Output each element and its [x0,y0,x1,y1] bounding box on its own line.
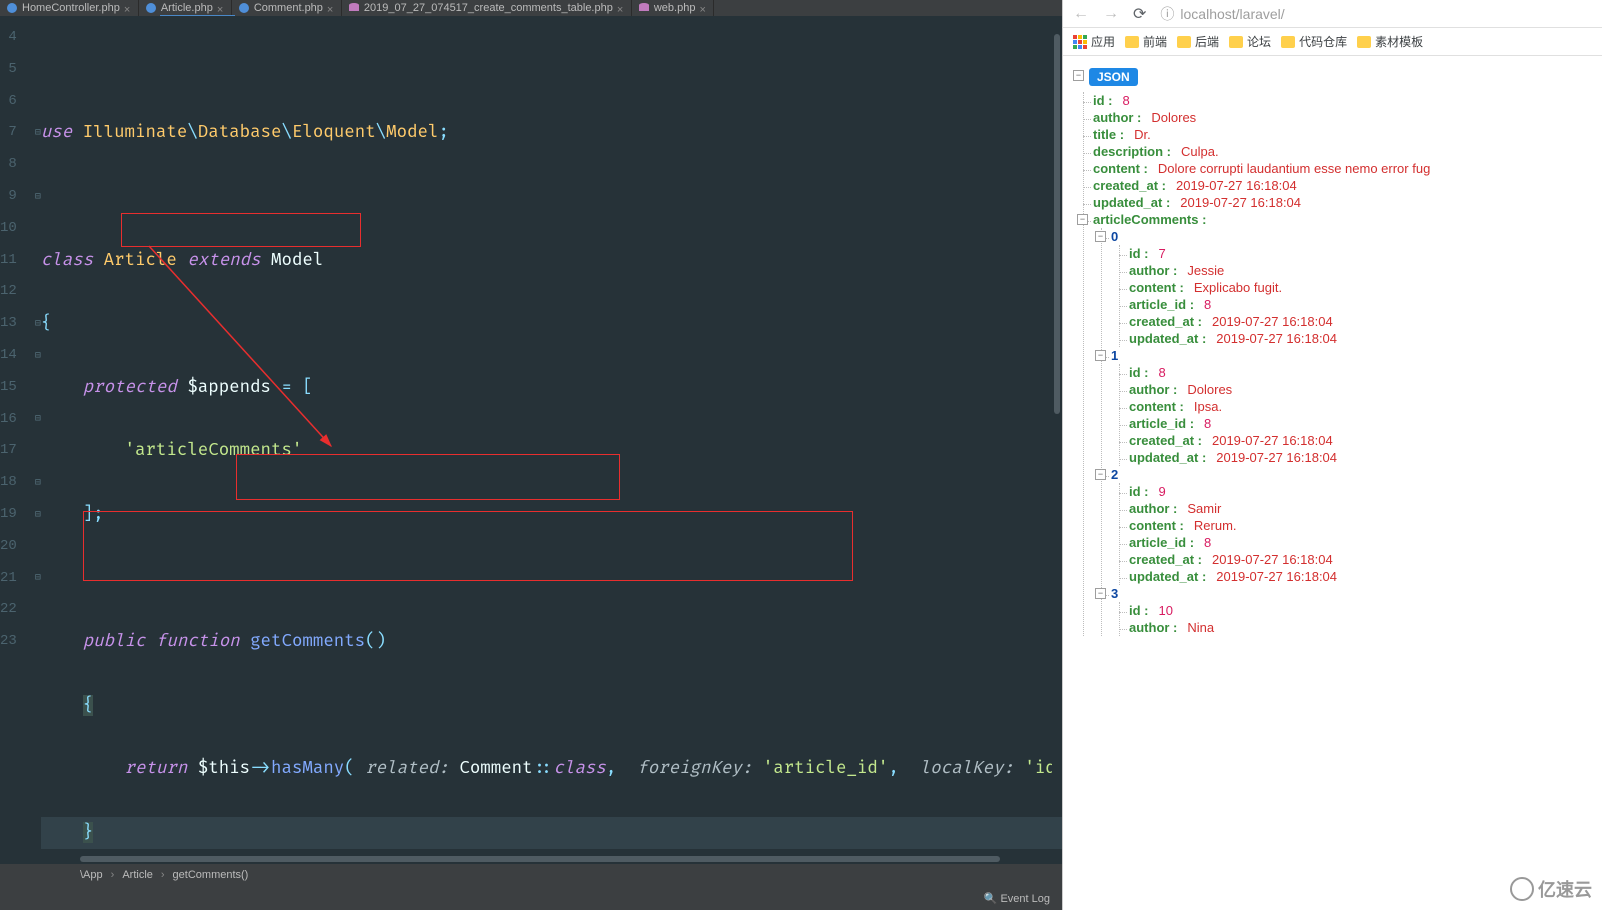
tab-homecontroller[interactable]: HomeController.php × [0,0,139,16]
horizontal-scrollbar[interactable] [80,854,1062,864]
line-number: 14 [0,340,17,372]
line-number: 18 [0,467,17,499]
collapse-icon[interactable]: − [1077,214,1088,225]
line-number: 7 [0,117,17,149]
folder-icon [1177,36,1191,48]
bookmark-folder[interactable]: 论坛 [1229,33,1271,50]
event-log-link[interactable]: 🔍 Event Log [984,892,1050,905]
collapse-icon[interactable]: − [1095,469,1106,480]
line-number: 5 [0,54,17,86]
line-number: 21 [0,563,17,595]
folder-icon [1357,36,1371,48]
code-content[interactable]: use Illuminate\Database\Eloquent\Model; … [41,16,1062,854]
php-icon [238,2,250,14]
tab-label: Comment.php [254,2,323,14]
browser-panel: ← → ⟳ ⓘ localhost/laravel/ 应用 前端 后端 论坛 代… [1062,0,1602,910]
url-text: localhost/laravel/ [1180,6,1284,22]
json-root: id :8 author :Dolores title :Dr. descrip… [1075,92,1594,636]
line-number: 15 [0,372,17,404]
php-icon [145,2,157,14]
line-number-gutter: 4 5 6 7 8 9 10 11 12 13 14 15 16 17 18 1… [0,16,35,854]
address-bar[interactable]: ⓘ localhost/laravel/ [1160,4,1592,24]
reload-icon[interactable]: ⟳ [1133,4,1146,24]
apps-button[interactable]: 应用 [1073,33,1115,50]
scrollbar-thumb[interactable] [1054,34,1060,414]
close-icon[interactable]: × [699,4,707,12]
breadcrumb-item[interactable]: getComments() [173,869,249,881]
bookmark-folder[interactable]: 代码仓库 [1281,33,1347,50]
collapse-icon[interactable]: − [1095,231,1106,242]
folder-icon [1229,36,1243,48]
back-icon[interactable]: ← [1073,5,1089,23]
tab-article[interactable]: Article.php × [139,0,232,16]
watermark-logo-icon [1510,877,1534,901]
close-icon[interactable]: × [217,4,225,12]
status-bar: 🔍 Event Log [0,886,1062,910]
json-badge: JSON [1089,68,1138,86]
collapse-icon[interactable]: − [1073,70,1084,81]
line-number: 9 [0,181,17,213]
breadcrumb-bar: \App › Article › getComments() [0,864,1062,886]
line-number: 19 [0,499,17,531]
bookmarks-bar: 应用 前端 后端 论坛 代码仓库 素材模板 [1063,28,1602,56]
tab-label: 2019_07_27_074517_create_comments_table.… [364,2,613,14]
line-number: 11 [0,245,17,277]
apps-icon [1073,35,1087,49]
tab-migration[interactable]: 2019_07_27_074517_create_comments_table.… [342,0,632,16]
line-number: 22 [0,594,17,626]
info-icon[interactable]: ⓘ [1160,4,1174,24]
collapse-icon[interactable]: − [1095,588,1106,599]
database-icon [638,2,650,14]
close-icon[interactable]: × [124,4,132,12]
close-icon[interactable]: × [327,4,335,12]
chevron-right-icon: › [161,869,165,881]
highlight-box-appends [121,213,361,247]
tab-label: HomeController.php [22,2,120,14]
line-number: 20 [0,531,17,563]
tab-comment[interactable]: Comment.php × [232,0,342,16]
line-number: 10 [0,213,17,245]
scrollbar-thumb[interactable] [80,856,1000,862]
forward-icon[interactable]: → [1103,5,1119,23]
bookmark-folder[interactable]: 素材模板 [1357,33,1423,50]
json-array: −0 id :7 author :Jessie content :Explica… [1093,228,1594,636]
folder-icon [1281,36,1295,48]
editor-tabs: HomeController.php × Article.php × Comme… [0,0,1062,16]
tab-label: web.php [654,2,696,14]
breadcrumb-item[interactable]: \App [80,869,103,881]
line-number: 8 [0,149,17,181]
php-icon [6,2,18,14]
chevron-right-icon: › [111,869,115,881]
bookmark-folder[interactable]: 后端 [1177,33,1219,50]
tab-label: Article.php [161,2,213,14]
line-number: 13 [0,308,17,340]
line-number: 6 [0,86,17,118]
close-icon[interactable]: × [617,4,625,12]
line-number: 4 [0,22,17,54]
bookmark-folder[interactable]: 前端 [1125,33,1167,50]
code-editor[interactable]: 4 5 6 7 8 9 10 11 12 13 14 15 16 17 18 1… [0,16,1062,854]
json-viewer[interactable]: − JSON id :8 author :Dolores title :Dr. … [1063,56,1602,910]
collapse-icon[interactable]: − [1095,350,1106,361]
watermark: 亿速云 [1510,876,1592,902]
vertical-scrollbar[interactable] [1052,32,1062,810]
line-number: 17 [0,435,17,467]
folder-icon [1125,36,1139,48]
line-number: 12 [0,276,17,308]
browser-toolbar: ← → ⟳ ⓘ localhost/laravel/ [1063,0,1602,28]
line-number: 16 [0,404,17,436]
database-icon [348,2,360,14]
tab-web[interactable]: web.php × [632,0,715,16]
ide-panel: HomeController.php × Article.php × Comme… [0,0,1062,910]
breadcrumb-item[interactable]: Article [122,869,153,881]
line-number: 23 [0,626,17,658]
